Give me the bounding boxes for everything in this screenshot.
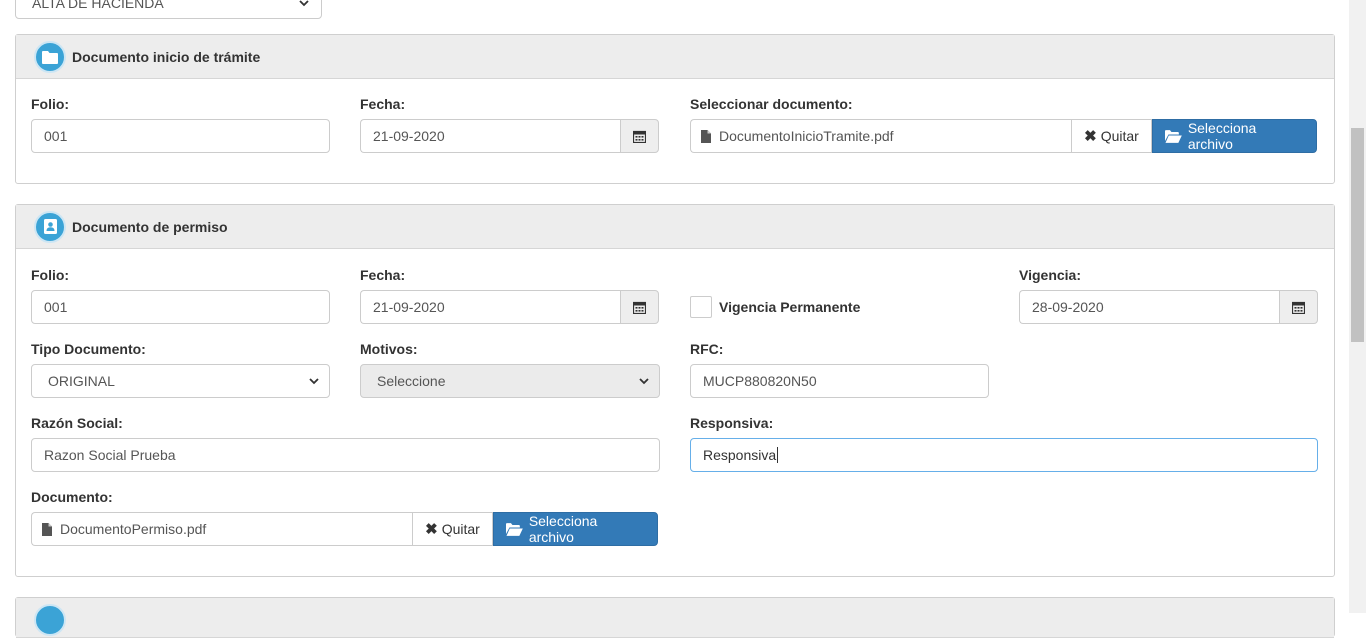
tipo-documento-label: Tipo Documento: <box>31 341 146 357</box>
documento-inicio-file-group: DocumentoInicioTramite.pdf ✖ Quitar Sele… <box>690 119 1317 153</box>
rfc-input[interactable]: MUCP880820N50 <box>690 364 989 398</box>
documento-permiso-filename-field: DocumentoPermiso.pdf <box>31 512 412 546</box>
chevron-down-icon <box>309 378 319 385</box>
folio-label: Folio: <box>31 96 70 112</box>
fecha-input-group: 21-09-2020 <box>360 119 659 153</box>
selecciona-archivo-label: Selecciona archivo <box>1187 120 1257 152</box>
calendar-icon <box>633 301 646 314</box>
responsiva-label: Responsiva: <box>690 415 774 431</box>
file-icon <box>42 522 52 536</box>
tramite-type-value: ALTA DE HACIENDA <box>32 0 164 11</box>
text-cursor <box>777 447 779 463</box>
folio-input[interactable]: 001 <box>31 290 330 324</box>
quitar-label: Quitar <box>441 521 480 537</box>
folder-open-icon <box>1165 129 1182 143</box>
chevron-down-icon <box>639 378 649 385</box>
motivos-value: Seleccione <box>377 373 446 389</box>
times-icon: ✖ <box>1084 128 1097 145</box>
folio-label: Folio: <box>31 267 70 283</box>
tramite-type-select[interactable]: ALTA DE HACIENDA <box>15 0 322 19</box>
folio-value: 001 <box>44 299 68 315</box>
responsiva-value: Responsiva <box>703 447 777 463</box>
razon-social-label: Razón Social: <box>31 415 123 431</box>
panel-heading <box>16 598 1334 638</box>
vigencia-value: 28-09-2020 <box>1032 299 1104 315</box>
calendar-icon <box>1292 301 1305 314</box>
vigencia-calendar-button[interactable] <box>1279 290 1318 324</box>
folio-input[interactable]: 001 <box>31 119 330 153</box>
fecha-input-group: 21-09-2020 <box>360 290 659 324</box>
rfc-value: MUCP880820N50 <box>703 373 817 389</box>
fecha-input[interactable]: 21-09-2020 <box>360 290 620 324</box>
rfc-label: RFC: <box>690 341 724 357</box>
fecha-label: Fecha: <box>360 267 406 283</box>
vigencia-permanente-checkbox[interactable] <box>690 296 712 318</box>
vigencia-label: Vigencia: <box>1019 267 1081 283</box>
motivos-label: Motivos: <box>360 341 418 357</box>
file-icon <box>701 129 711 143</box>
page-scrollbar[interactable] <box>1349 0 1366 613</box>
times-icon: ✖ <box>425 521 438 538</box>
fecha-label: Fecha: <box>360 96 406 112</box>
selecciona-archivo-button[interactable]: Selecciona archivo <box>1152 119 1317 153</box>
panel-documento-inicio: Documento inicio de trámite <box>15 34 1335 184</box>
fecha-value: 21-09-2020 <box>373 299 445 315</box>
panel-heading: Documento inicio de trámite <box>16 35 1334 79</box>
selecciona-archivo-label: Selecciona archivo <box>528 513 598 545</box>
folder-open-icon <box>506 522 523 536</box>
panel-title: Documento de permiso <box>72 218 228 235</box>
vigencia-permanente-label: Vigencia Permanente <box>719 299 861 315</box>
documento-inicio-filename-field: DocumentoInicioTramite.pdf <box>690 119 1071 153</box>
documento-label: Documento: <box>31 489 113 505</box>
fecha-value: 21-09-2020 <box>373 128 445 144</box>
tipo-documento-select[interactable]: ORIGINAL <box>31 364 330 398</box>
fecha-calendar-button[interactable] <box>620 290 659 324</box>
motivos-select[interactable]: Seleccione <box>360 364 660 398</box>
documento-permiso-filename: DocumentoPermiso.pdf <box>60 521 207 537</box>
vigencia-input-group: 28-09-2020 <box>1019 290 1318 324</box>
chevron-down-icon <box>299 0 309 6</box>
calendar-icon <box>633 130 646 143</box>
folio-value: 001 <box>44 128 68 144</box>
quitar-button[interactable]: ✖ Quitar <box>1071 119 1152 153</box>
tipo-documento-value: ORIGINAL <box>48 373 115 389</box>
documento-inicio-filename: DocumentoInicioTramite.pdf <box>719 128 894 144</box>
fecha-calendar-button[interactable] <box>620 119 659 153</box>
quitar-label: Quitar <box>1100 128 1139 144</box>
razon-social-input[interactable]: Razon Social Prueba <box>31 438 660 472</box>
contact-book-icon <box>34 210 66 243</box>
quitar-button[interactable]: ✖ Quitar <box>412 512 493 546</box>
scrollbar-thumb[interactable] <box>1351 128 1364 342</box>
responsiva-input[interactable]: Responsiva <box>690 438 1318 472</box>
seleccionar-documento-label: Seleccionar documento: <box>690 96 853 112</box>
folder-icon <box>34 40 66 73</box>
documento-permiso-file-group: DocumentoPermiso.pdf ✖ Quitar Selecciona… <box>31 512 658 546</box>
fecha-input[interactable]: 21-09-2020 <box>360 119 620 153</box>
panel-heading: Documento de permiso <box>16 205 1334 249</box>
panel-next <box>15 597 1335 638</box>
razon-social-value: Razon Social Prueba <box>44 447 176 463</box>
vigencia-input[interactable]: 28-09-2020 <box>1019 290 1279 324</box>
selecciona-archivo-button[interactable]: Selecciona archivo <box>493 512 658 546</box>
panel-icon <box>34 604 66 636</box>
panel-title: Documento inicio de trámite <box>72 48 261 65</box>
